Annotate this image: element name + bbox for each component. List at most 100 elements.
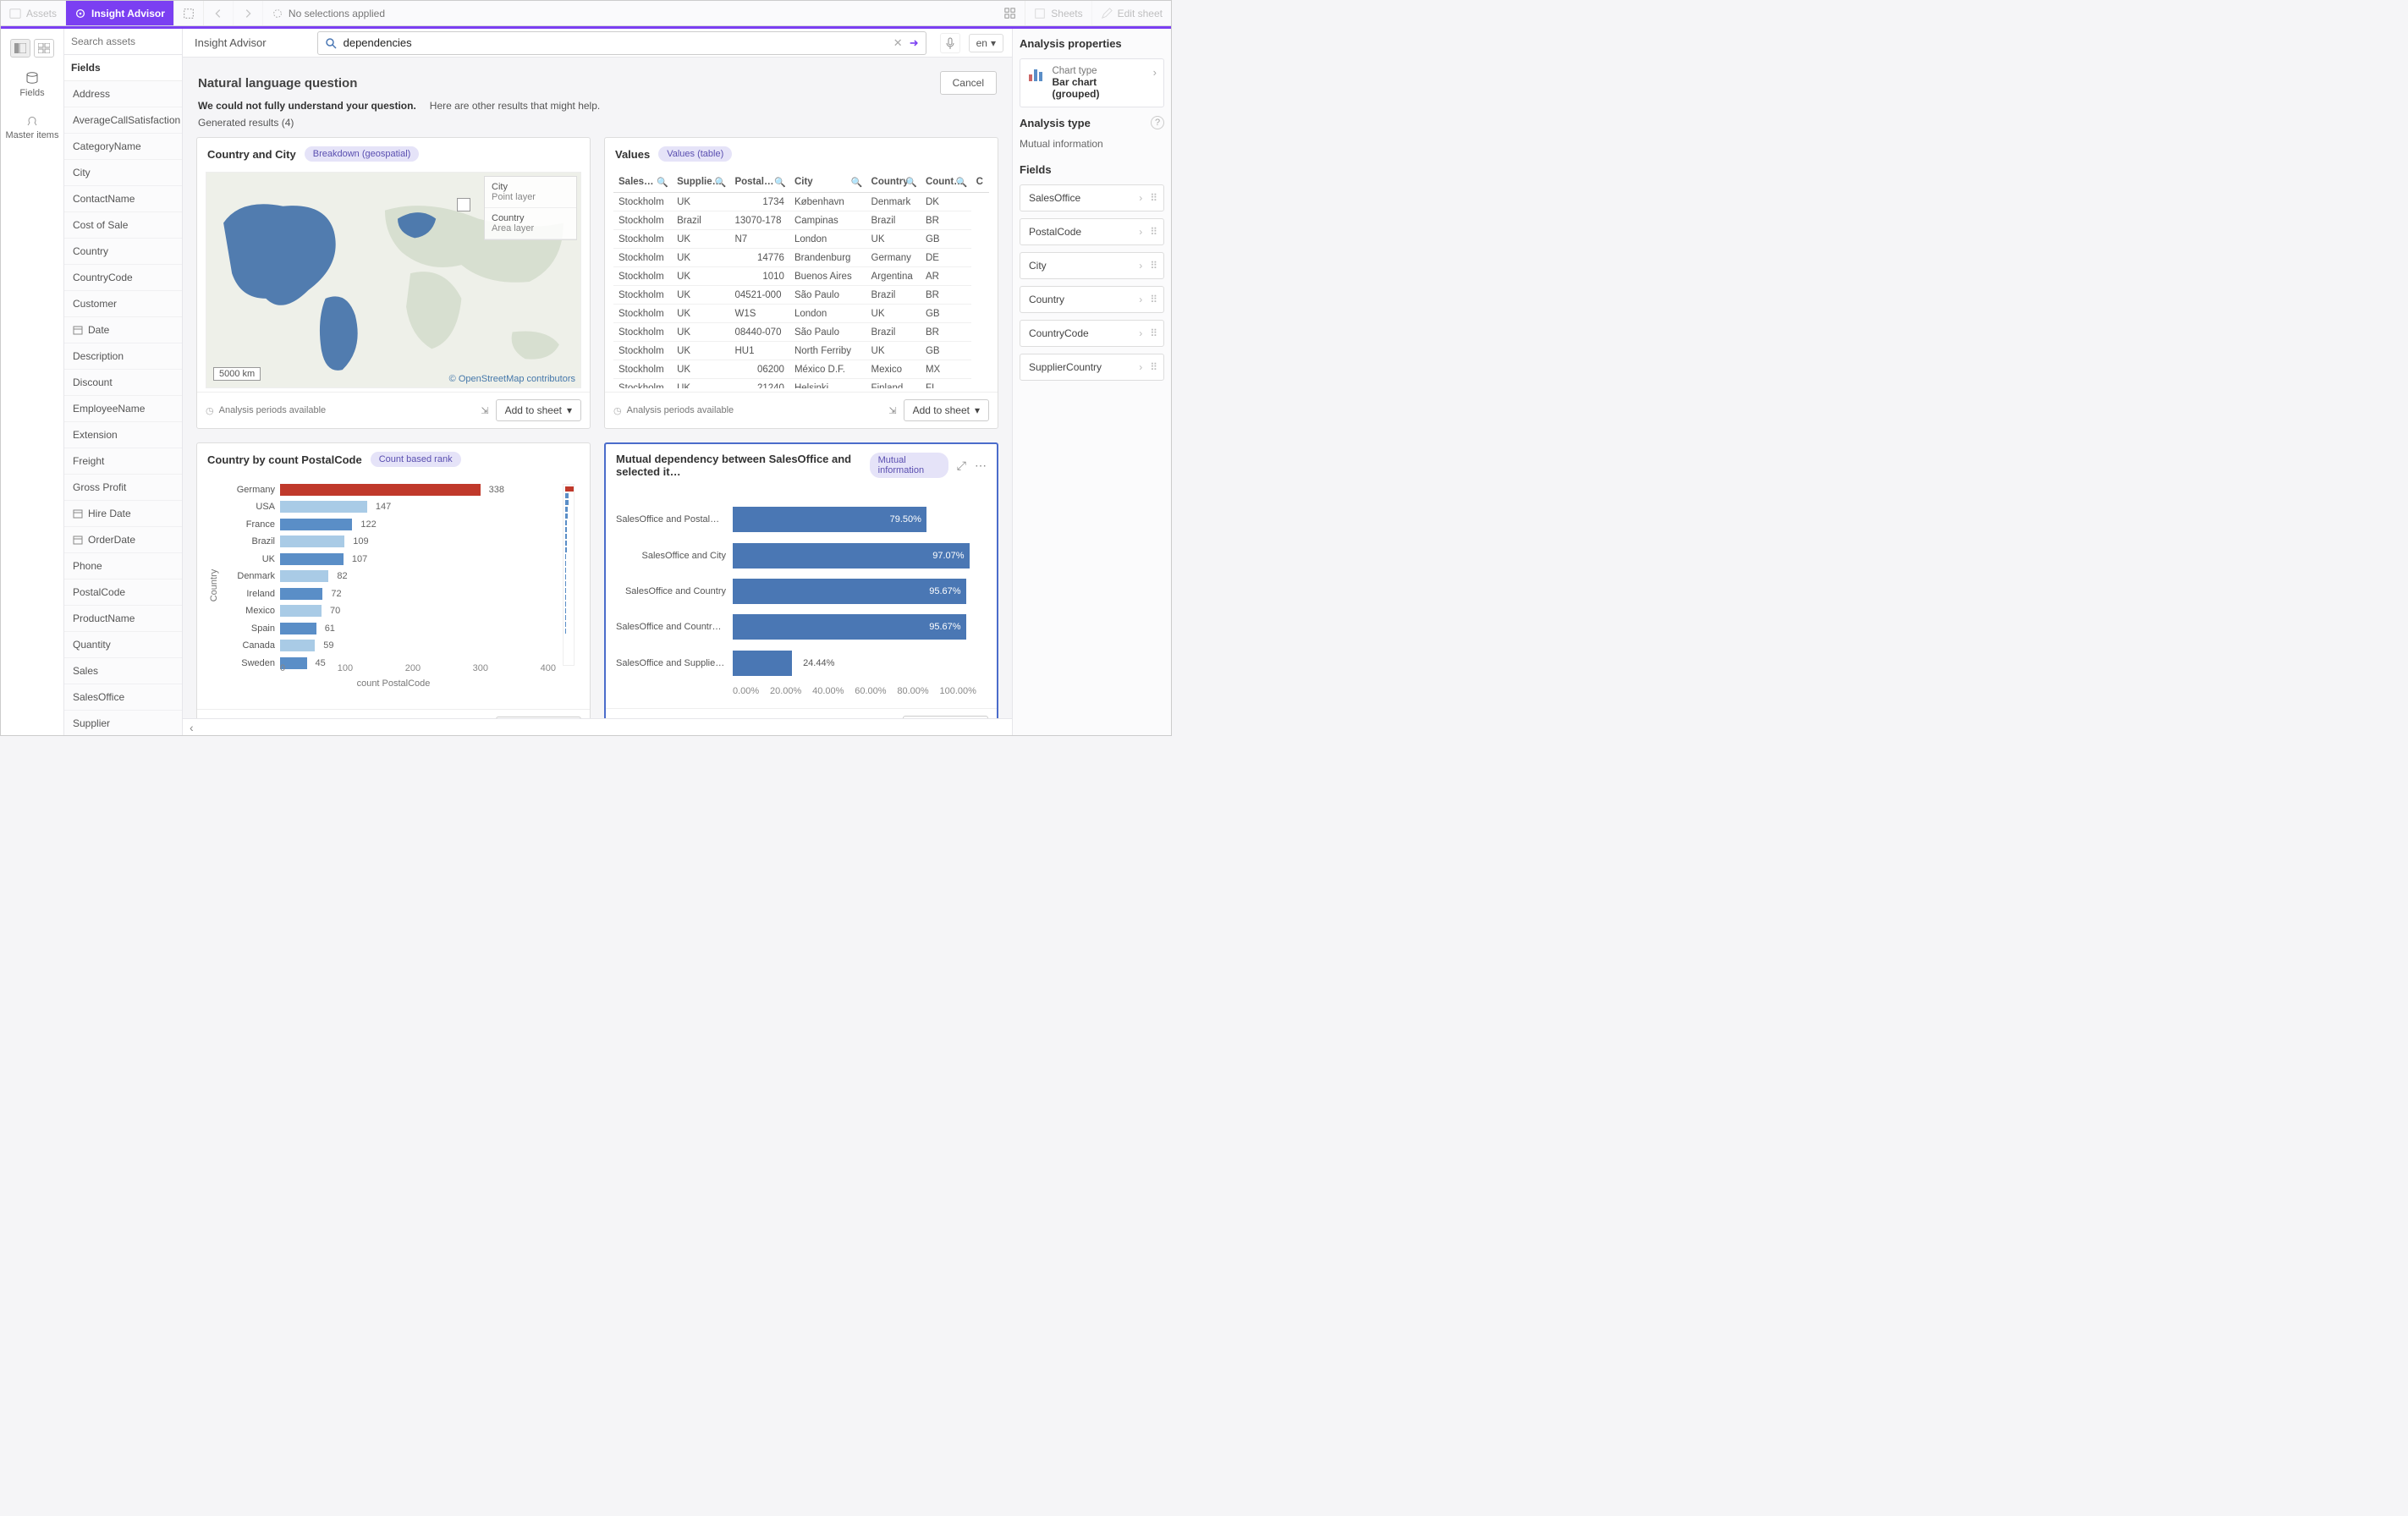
asset-item[interactable]: AverageCallSatisfaction — [64, 107, 182, 134]
cancel-button[interactable]: Cancel — [940, 71, 997, 95]
asset-item[interactable]: Hire Date — [64, 501, 182, 527]
nlq-search[interactable]: ✕ ➜ — [317, 31, 926, 55]
asset-item[interactable]: Customer — [64, 291, 182, 317]
asset-item[interactable]: Country — [64, 239, 182, 265]
bar-row[interactable]: Brazil109 — [280, 535, 575, 549]
search-icon[interactable]: 🔍 — [657, 177, 668, 188]
table-row[interactable]: StockholmUK04521-000São PauloBrazilBR — [613, 286, 989, 305]
asset-item[interactable]: SalesOffice — [64, 684, 182, 711]
asset-item[interactable]: Freight — [64, 448, 182, 475]
asset-item[interactable]: Discount — [64, 370, 182, 396]
map-home-icon[interactable] — [457, 198, 470, 211]
asset-item[interactable]: Address — [64, 81, 182, 107]
asset-item[interactable]: PostalCode — [64, 579, 182, 606]
bar-row[interactable]: SalesOffice and CountryCo…95.67% — [733, 612, 976, 642]
chevron-left-icon[interactable]: ‹ — [190, 721, 194, 734]
mutual-chart[interactable]: SalesOffice and PostalCode79.50% SalesOff… — [614, 488, 988, 705]
asset-item[interactable]: Description — [64, 343, 182, 370]
asset-item[interactable]: Extension — [64, 422, 182, 448]
field-chip[interactable]: Country›⠿ — [1020, 286, 1164, 313]
bar-row[interactable]: Mexico70 — [280, 604, 575, 618]
asset-item[interactable]: Date — [64, 317, 182, 343]
asset-search-input[interactable] — [64, 29, 182, 55]
asset-item[interactable]: ProductName — [64, 606, 182, 632]
edit-sheet-button[interactable]: Edit sheet — [1092, 1, 1171, 25]
bar-row[interactable]: SalesOffice and Country95.67% — [733, 576, 976, 607]
table-header[interactable]: City🔍 — [789, 172, 866, 193]
chart-type-row[interactable]: Chart typeBar chart (grouped) › — [1020, 58, 1164, 107]
drag-handle-icon[interactable]: ⠿ — [1150, 361, 1158, 373]
drag-handle-icon[interactable]: ⠿ — [1150, 294, 1158, 305]
bar-row[interactable]: Canada59 — [280, 639, 575, 653]
asset-item[interactable]: CategoryName — [64, 134, 182, 160]
search-icon[interactable]: 🔍 — [851, 177, 863, 188]
table-row[interactable]: StockholmUK08440-070São PauloBrazilBR — [613, 323, 989, 342]
field-chip[interactable]: SupplierCountry›⠿ — [1020, 354, 1164, 381]
table-row[interactable]: StockholmUKHU1North FerribyUKGB — [613, 342, 989, 360]
fullscreen-icon[interactable]: ⤢ — [957, 459, 966, 473]
asset-item[interactable]: Phone — [64, 553, 182, 579]
asset-item[interactable]: Sales — [64, 658, 182, 684]
asset-item[interactable]: ContactName — [64, 186, 182, 212]
explore-icon[interactable]: ⇲ — [888, 405, 896, 416]
rank-minimap[interactable] — [563, 484, 575, 666]
table-row[interactable]: StockholmUKW1SLondonUKGB — [613, 305, 989, 323]
insight-advisor-tab[interactable]: Insight Advisor — [66, 1, 174, 25]
master-items-tab[interactable]: Master items — [1, 107, 63, 147]
asset-item[interactable]: City — [64, 160, 182, 186]
assets-toggle[interactable]: Assets — [1, 1, 66, 25]
bar-row[interactable]: France122 — [280, 517, 575, 531]
bar-row[interactable]: UK107 — [280, 552, 575, 566]
asset-item[interactable]: Gross Profit — [64, 475, 182, 501]
table-header[interactable]: Supplie…🔍 — [672, 172, 729, 193]
bookmarks-icon[interactable] — [996, 1, 1025, 25]
table-row[interactable]: StockholmUK21240HelsinkiFinlandFI — [613, 379, 989, 389]
search-icon[interactable]: 🔍 — [956, 177, 968, 188]
search-icon[interactable]: 🔍 — [715, 177, 727, 188]
field-chip[interactable]: PostalCode›⠿ — [1020, 218, 1164, 245]
asset-item[interactable]: Quantity — [64, 632, 182, 658]
bar-row[interactable]: Spain61 — [280, 621, 575, 635]
step-back-icon[interactable] — [204, 1, 234, 25]
add-to-sheet-button[interactable]: Add to sheet ▾ — [904, 399, 989, 421]
asset-item[interactable]: Supplier — [64, 711, 182, 735]
table-row[interactable]: StockholmUK1010Buenos AiresArgentinaAR — [613, 267, 989, 286]
bar-row[interactable]: USA147 — [280, 500, 575, 514]
bar-row[interactable]: SalesOffice and PostalCode79.50% — [733, 504, 976, 535]
language-select[interactable]: en▾ — [969, 34, 1003, 52]
table-header[interactable]: Sales…🔍 — [613, 172, 672, 193]
asset-item[interactable]: Cost of Sale — [64, 212, 182, 239]
nlq-input[interactable] — [344, 36, 887, 49]
table-header[interactable]: Postal…🔍 — [729, 172, 789, 193]
bar-row[interactable]: Denmark82 — [280, 569, 575, 584]
explore-icon[interactable]: ⇲ — [481, 405, 488, 416]
sheets-button[interactable]: Sheets — [1025, 1, 1091, 25]
field-chip[interactable]: City›⠿ — [1020, 252, 1164, 279]
asset-item[interactable]: OrderDate — [64, 527, 182, 553]
drag-handle-icon[interactable]: ⠿ — [1150, 226, 1158, 238]
search-icon[interactable]: 🔍 — [905, 177, 917, 188]
periods-label[interactable]: Analysis periods available — [219, 405, 327, 415]
panel-toggle-grid[interactable] — [34, 39, 54, 58]
periods-label[interactable]: Analysis periods available — [627, 405, 734, 415]
table-row[interactable]: StockholmUK14776BrandenburgGermanyDE — [613, 249, 989, 267]
add-to-sheet-button[interactable]: Add to sheet ▾ — [496, 399, 581, 421]
drag-handle-icon[interactable]: ⠿ — [1150, 192, 1158, 204]
mic-icon[interactable] — [940, 33, 960, 53]
table-row[interactable]: StockholmUK06200México D.F.MexicoMX — [613, 360, 989, 379]
smart-select-icon[interactable] — [174, 1, 204, 25]
bar-row[interactable]: Germany338 — [280, 482, 575, 497]
drag-handle-icon[interactable]: ⠿ — [1150, 327, 1158, 339]
bar-row[interactable]: SalesOffice and City97.07% — [733, 541, 976, 571]
table-row[interactable]: StockholmBrazil13070-178CampinasBrazilBR — [613, 211, 989, 230]
bar-row[interactable]: Ireland72 — [280, 586, 575, 601]
field-chip[interactable]: SalesOffice›⠿ — [1020, 184, 1164, 211]
panel-toggle-left[interactable] — [10, 39, 30, 58]
rank-chart[interactable]: Country Germany338USA147France122Brazil1… — [206, 477, 581, 694]
fields-tab[interactable]: Fields — [1, 64, 63, 105]
field-chip[interactable]: CountryCode›⠿ — [1020, 320, 1164, 347]
table-header[interactable]: Country🔍 — [866, 172, 921, 193]
search-icon[interactable]: 🔍 — [774, 177, 786, 188]
drag-handle-icon[interactable]: ⠿ — [1150, 260, 1158, 272]
asset-item[interactable]: EmployeeName — [64, 396, 182, 422]
